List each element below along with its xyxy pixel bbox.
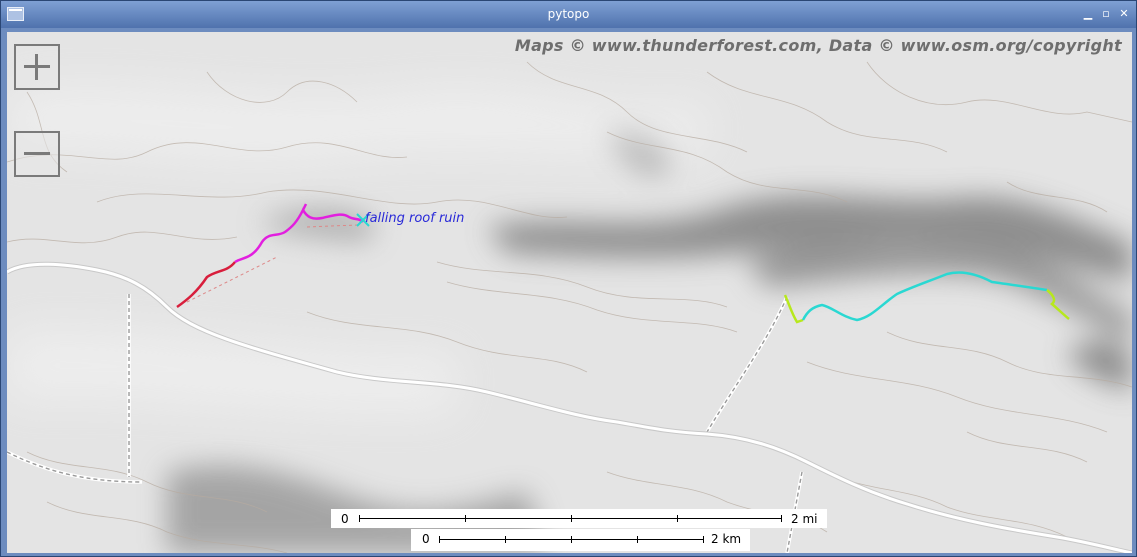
scale-mi-end: 2 mi [791,512,818,526]
close-icon[interactable]: ✕ [1116,6,1132,22]
hillshade [167,130,1132,553]
minimize-icon[interactable]: ▁ [1080,6,1096,22]
scale-bar-miles: 0 2 mi [331,509,827,528]
waypoint-label: falling roof ruin [365,211,465,226]
scale-bar-km: 0 2 km [411,529,750,551]
zoom-in-button[interactable] [14,44,60,90]
map-canvas[interactable]: Maps © www.thunderforest.com, Data © www… [7,32,1132,553]
title-bar: pytopo ▁ ▫ ✕ [1,1,1136,28]
window-title: pytopo [547,7,590,21]
maximize-icon[interactable]: ▫ [1098,6,1114,22]
scale-km-start: 0 [422,532,430,546]
scale-km-end: 2 km [711,532,742,546]
zoom-out-button[interactable] [14,131,60,177]
track-segment-yellow [783,294,804,324]
app-window: pytopo ▁ ▫ ✕ Maps © www.thunderforest.co… [0,0,1137,557]
track-segment-red [176,261,236,309]
map-attribution: Maps © www.thunderforest.com, Data © www… [514,36,1122,55]
scale-mi-start: 0 [341,512,349,526]
map-layer [7,61,1132,553]
